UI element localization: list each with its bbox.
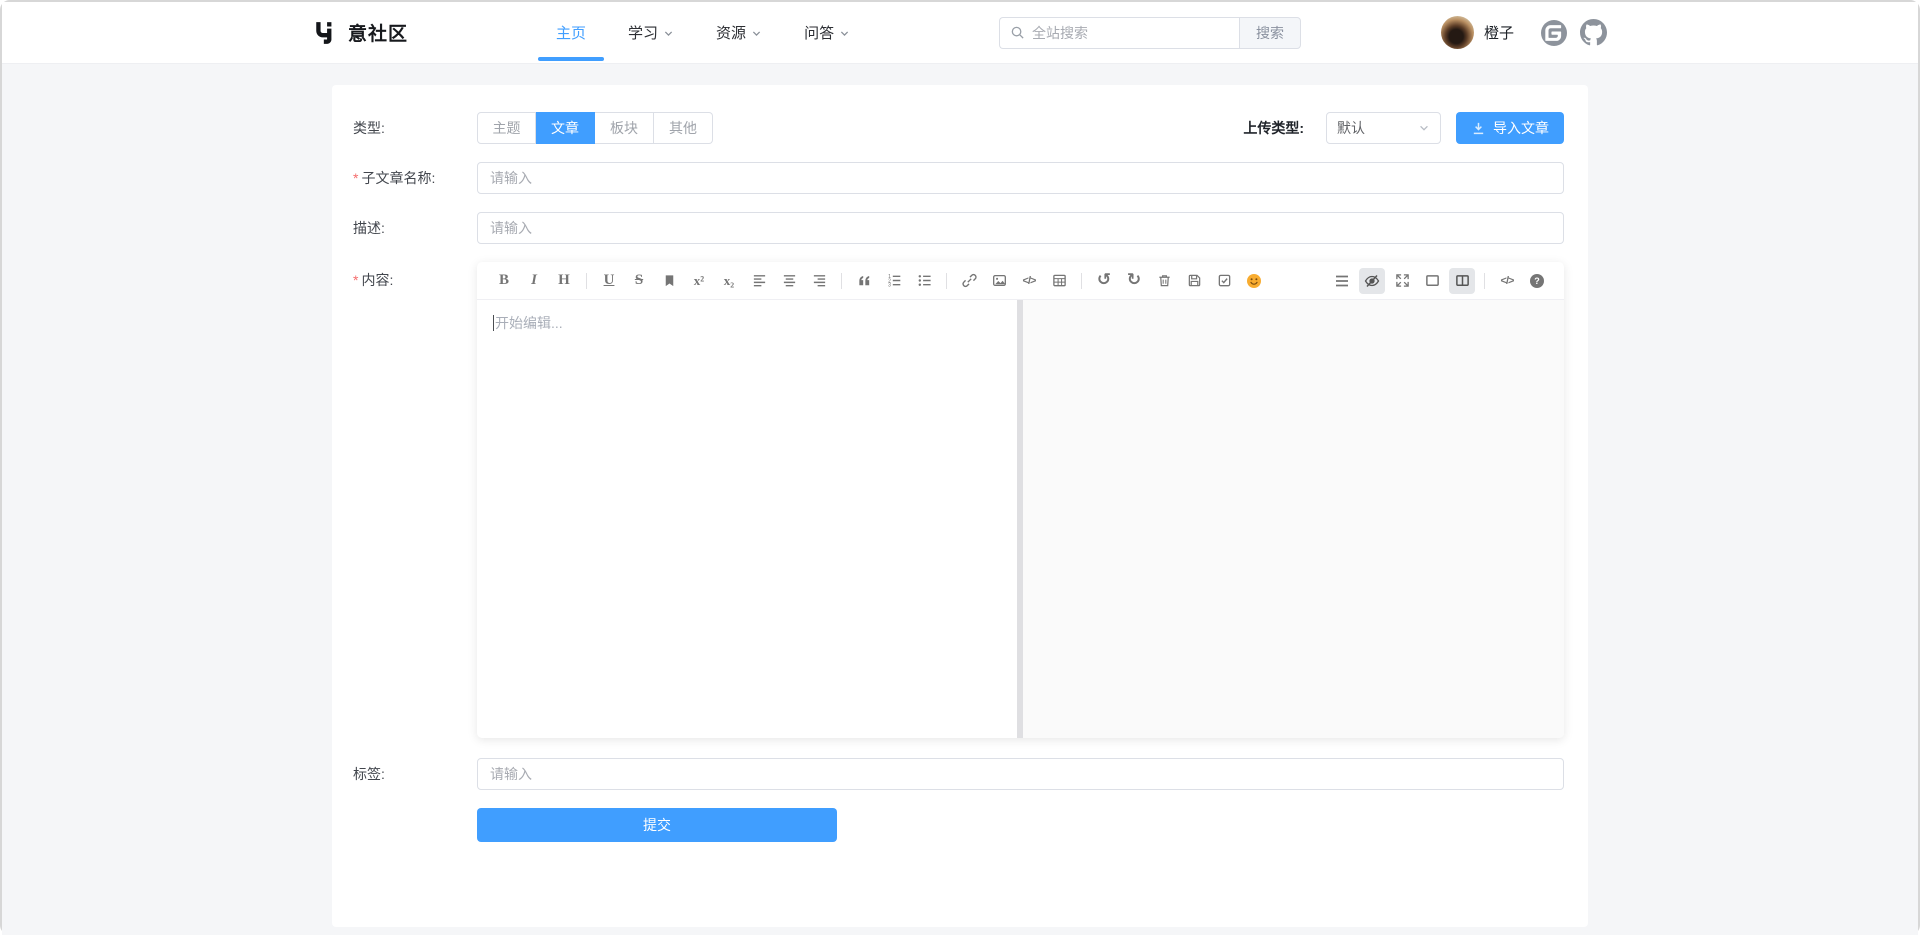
svg-text:3: 3 bbox=[888, 283, 891, 288]
type-row: 类型: 主题 文章 板块 其他 上传类型: 默认 bbox=[353, 112, 1564, 144]
required-mark: * bbox=[353, 170, 358, 186]
quote-icon[interactable] bbox=[851, 268, 877, 294]
download-icon bbox=[1471, 121, 1486, 136]
user-area: 橙子 bbox=[1441, 16, 1607, 49]
image-icon[interactable] bbox=[986, 268, 1012, 294]
sub-article-name-row: *子文章名称: bbox=[353, 162, 1564, 194]
underline-icon[interactable]: U bbox=[596, 268, 622, 294]
tags-input[interactable] bbox=[477, 758, 1564, 790]
align-left-icon[interactable] bbox=[746, 268, 772, 294]
import-article-button[interactable]: 导入文章 bbox=[1456, 112, 1564, 144]
chevron-down-icon bbox=[663, 28, 674, 39]
table-icon[interactable] bbox=[1046, 268, 1072, 294]
chevron-down-icon bbox=[1418, 122, 1430, 134]
brand-logo-icon bbox=[313, 20, 339, 46]
trash-icon[interactable] bbox=[1151, 268, 1177, 294]
editor-preview-pane bbox=[1023, 300, 1564, 738]
undo-icon[interactable]: ↺ bbox=[1091, 268, 1117, 294]
italic-icon[interactable]: I bbox=[521, 268, 547, 294]
github-icon[interactable] bbox=[1580, 19, 1607, 46]
required-mark: * bbox=[353, 272, 358, 288]
split-view-icon[interactable] bbox=[1449, 268, 1475, 294]
code-icon[interactable]: </> bbox=[1016, 268, 1042, 294]
svg-text:?: ? bbox=[1534, 276, 1540, 286]
toolbar-divider bbox=[586, 273, 587, 289]
page-fullscreen-icon[interactable] bbox=[1419, 268, 1445, 294]
type-label: 类型: bbox=[353, 118, 477, 138]
fullscreen-icon[interactable] bbox=[1389, 268, 1415, 294]
main-nav: 主页 学习 资源 问答 bbox=[556, 2, 850, 64]
content-row: *内容: B I H U S x² x₂ bbox=[353, 262, 1564, 738]
sub-article-name-input[interactable] bbox=[477, 162, 1564, 194]
tags-label: 标签: bbox=[353, 764, 477, 784]
site-search: 搜索 bbox=[999, 17, 1301, 49]
search-input[interactable] bbox=[1032, 25, 1229, 41]
bold-icon[interactable]: B bbox=[491, 268, 517, 294]
catalog-icon[interactable] bbox=[1329, 268, 1355, 294]
text-caret bbox=[493, 315, 494, 331]
emoji-icon[interactable] bbox=[1241, 268, 1267, 294]
header-icon[interactable]: H bbox=[551, 268, 577, 294]
nav-item-resources[interactable]: 资源 bbox=[716, 2, 762, 64]
link-icon[interactable] bbox=[956, 268, 982, 294]
superscript-icon[interactable]: x² bbox=[686, 268, 712, 294]
subscript-icon[interactable]: x₂ bbox=[716, 268, 742, 294]
redo-icon[interactable]: ↻ bbox=[1121, 268, 1147, 294]
search-button[interactable]: 搜索 bbox=[1239, 17, 1301, 49]
mark-icon[interactable] bbox=[656, 268, 682, 294]
search-icon bbox=[1010, 25, 1025, 40]
align-right-icon[interactable] bbox=[806, 268, 832, 294]
align-center-icon[interactable] bbox=[776, 268, 802, 294]
description-label: 描述: bbox=[353, 218, 477, 238]
unordered-list-icon[interactable] bbox=[911, 268, 937, 294]
toolbar-divider bbox=[1081, 273, 1082, 289]
toolbar-divider bbox=[841, 273, 842, 289]
chevron-down-icon bbox=[839, 28, 850, 39]
submit-button[interactable]: 提交 bbox=[477, 808, 837, 842]
type-option-other[interactable]: 其他 bbox=[654, 112, 713, 144]
help-icon[interactable]: ? bbox=[1524, 268, 1550, 294]
editor-toolbar: B I H U S x² x₂ bbox=[477, 262, 1564, 300]
description-input[interactable] bbox=[477, 212, 1564, 244]
brand[interactable]: 意社区 bbox=[313, 19, 408, 46]
search-box bbox=[999, 17, 1239, 49]
nav-item-learn[interactable]: 学习 bbox=[628, 2, 674, 64]
navbar: 意社区 主页 学习 资源 问答 bbox=[2, 2, 1918, 64]
editor-body: 开始编辑... bbox=[477, 300, 1564, 738]
upload-type-label: 上传类型: bbox=[1243, 118, 1304, 138]
type-option-article[interactable]: 文章 bbox=[536, 112, 595, 144]
markdown-editor: B I H U S x² x₂ bbox=[477, 262, 1564, 738]
toolbar-divider bbox=[946, 273, 947, 289]
sub-article-name-label: 子文章名称: bbox=[361, 170, 435, 186]
tags-row: 标签: bbox=[353, 758, 1564, 790]
task-list-icon[interactable] bbox=[1211, 268, 1237, 294]
type-option-board[interactable]: 板块 bbox=[595, 112, 654, 144]
ordered-list-icon[interactable]: 1 2 3 bbox=[881, 268, 907, 294]
upload-type-select[interactable]: 默认 bbox=[1326, 112, 1441, 144]
avatar[interactable] bbox=[1441, 16, 1474, 49]
save-icon[interactable] bbox=[1181, 268, 1207, 294]
strikethrough-icon[interactable]: S bbox=[626, 268, 652, 294]
submit-row: 提交 bbox=[353, 808, 1564, 842]
content-label: 内容: bbox=[361, 272, 393, 288]
type-option-topic[interactable]: 主题 bbox=[477, 112, 536, 144]
html-code-icon[interactable]: </> bbox=[1494, 268, 1520, 294]
page-background: 类型: 主题 文章 板块 其他 上传类型: 默认 bbox=[2, 64, 1918, 935]
type-segmented-control: 主题 文章 板块 其他 bbox=[477, 112, 713, 144]
post-form-card: 类型: 主题 文章 板块 其他 上传类型: 默认 bbox=[332, 85, 1588, 927]
nav-item-home[interactable]: 主页 bbox=[556, 2, 586, 64]
preview-toggle-icon[interactable] bbox=[1359, 268, 1385, 294]
editor-placeholder: 开始编辑... bbox=[495, 315, 563, 331]
editor-input-pane[interactable]: 开始编辑... bbox=[477, 300, 1017, 738]
editor-toolbar-right: </> ? bbox=[1327, 268, 1552, 294]
user-name[interactable]: 橙子 bbox=[1484, 22, 1514, 43]
nav-item-qa[interactable]: 问答 bbox=[804, 2, 850, 64]
upload-type-value: 默认 bbox=[1337, 118, 1365, 138]
description-row: 描述: bbox=[353, 212, 1564, 244]
toolbar-divider bbox=[1484, 273, 1485, 289]
chevron-down-icon bbox=[751, 28, 762, 39]
gitee-icon[interactable] bbox=[1541, 20, 1567, 46]
navbar-inner: 意社区 主页 学习 资源 问答 bbox=[313, 2, 1607, 63]
brand-title: 意社区 bbox=[348, 19, 408, 46]
